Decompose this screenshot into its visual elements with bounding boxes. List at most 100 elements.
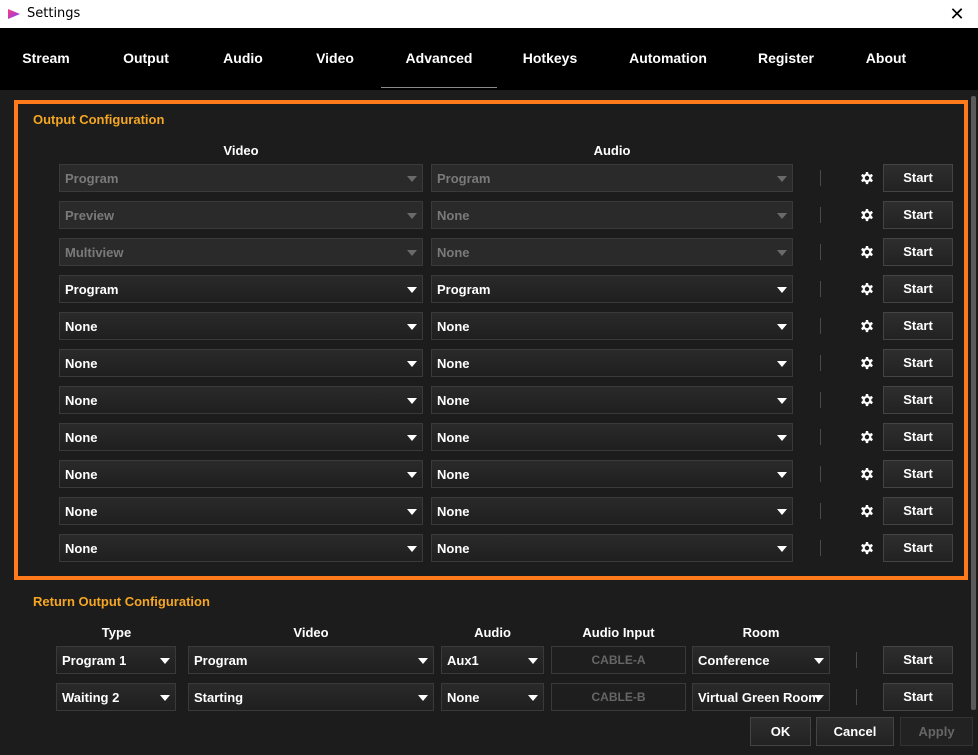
video-output-select[interactable]: None xyxy=(59,312,423,340)
audio-input-field[interactable]: CABLE-B xyxy=(551,683,686,711)
video-output-select[interactable]: None xyxy=(59,349,423,377)
scrollbar-thumb[interactable] xyxy=(971,96,976,710)
video-output-select-value: Program xyxy=(65,282,119,297)
room-select-value: Conference xyxy=(698,653,770,668)
window-title: Settings xyxy=(27,6,81,21)
audio-output-select[interactable]: None xyxy=(431,349,793,377)
start-button[interactable]: Start xyxy=(883,460,953,488)
ok-button[interactable]: OK xyxy=(750,717,811,746)
chevron-down-icon xyxy=(407,176,417,182)
video-output-select[interactable]: None xyxy=(59,386,423,414)
close-icon[interactable]: ✕ xyxy=(946,3,968,25)
tab-hotkeys[interactable]: Hotkeys xyxy=(515,28,585,88)
chevron-down-icon xyxy=(777,324,787,330)
return-video-column-header: Video xyxy=(293,625,329,640)
audio-output-select[interactable]: None xyxy=(431,497,793,525)
video-output-select[interactable]: Preview xyxy=(59,201,423,229)
video-output-select[interactable]: Multiview xyxy=(59,238,423,266)
video-output-select-value: Program xyxy=(65,171,119,186)
column-divider xyxy=(820,170,821,186)
video-output-select[interactable]: Program xyxy=(59,164,423,192)
audio-output-select[interactable]: None xyxy=(431,386,793,414)
chevron-down-icon xyxy=(407,398,417,404)
audio-output-select-value: None xyxy=(437,467,470,482)
tab-stream[interactable]: Stream xyxy=(14,28,78,88)
audio-output-select[interactable]: None xyxy=(431,312,793,340)
audio-output-select[interactable]: None xyxy=(431,423,793,451)
audio-output-select[interactable]: Program xyxy=(431,164,793,192)
start-button[interactable]: Start xyxy=(883,238,953,266)
start-button[interactable]: Start xyxy=(883,386,953,414)
start-button[interactable]: Start xyxy=(883,497,953,525)
gear-icon[interactable] xyxy=(859,318,875,334)
gear-icon[interactable] xyxy=(859,207,875,223)
column-divider xyxy=(820,392,821,408)
gear-icon[interactable] xyxy=(859,355,875,371)
audio-output-select[interactable]: None xyxy=(431,238,793,266)
column-divider xyxy=(820,503,821,519)
return-video-select[interactable]: Starting xyxy=(188,683,434,711)
audio-output-select-value: None xyxy=(437,356,470,371)
return-video-select[interactable]: Program xyxy=(188,646,434,674)
start-button[interactable]: Start xyxy=(883,423,953,451)
chevron-down-icon xyxy=(777,546,787,552)
gear-icon[interactable] xyxy=(859,244,875,260)
chevron-down-icon xyxy=(418,658,428,664)
gear-icon[interactable] xyxy=(859,429,875,445)
return-type-select-value: Program 1 xyxy=(62,653,127,668)
video-output-select[interactable]: Program xyxy=(59,275,423,303)
gear-icon[interactable] xyxy=(859,503,875,519)
audio-input-field[interactable]: CABLE-A xyxy=(551,646,686,674)
video-output-select[interactable]: None xyxy=(59,534,423,562)
cancel-button[interactable]: Cancel xyxy=(816,717,894,746)
return-type-select[interactable]: Program 1 xyxy=(56,646,176,674)
audio-output-select-value: None xyxy=(437,245,470,260)
tab-video[interactable]: Video xyxy=(305,28,365,88)
return-video-select-value: Starting xyxy=(194,690,244,705)
return-audio-select[interactable]: Aux1 xyxy=(441,646,544,674)
chevron-down-icon xyxy=(418,695,428,701)
video-output-select-value: None xyxy=(65,467,98,482)
return-start-button[interactable]: Start xyxy=(883,646,953,674)
gear-icon[interactable] xyxy=(859,466,875,482)
return-audio-column-header: Audio xyxy=(474,625,511,640)
column-divider xyxy=(856,689,857,705)
start-button[interactable]: Start xyxy=(883,201,953,229)
app-logo-icon xyxy=(8,9,20,19)
tab-register[interactable]: Register xyxy=(751,28,821,88)
chevron-down-icon xyxy=(777,213,787,219)
gear-icon[interactable] xyxy=(859,170,875,186)
start-button[interactable]: Start xyxy=(883,275,953,303)
audio-output-select-value: None xyxy=(437,393,470,408)
room-select[interactable]: Conference xyxy=(692,646,830,674)
chevron-down-icon xyxy=(777,176,787,182)
tab-output[interactable]: Output xyxy=(112,28,180,88)
room-select[interactable]: Virtual Green Room xyxy=(692,683,830,711)
chevron-down-icon xyxy=(407,472,417,478)
tab-audio[interactable]: Audio xyxy=(212,28,274,88)
start-button[interactable]: Start xyxy=(883,164,953,192)
audio-output-select[interactable]: Program xyxy=(431,275,793,303)
return-audio-select[interactable]: None xyxy=(441,683,544,711)
tab-about[interactable]: About xyxy=(857,28,915,88)
audio-output-select[interactable]: None xyxy=(431,201,793,229)
video-output-select[interactable]: None xyxy=(59,497,423,525)
tab-automation[interactable]: Automation xyxy=(620,28,716,88)
return-type-select[interactable]: Waiting 2 xyxy=(56,683,176,711)
video-output-select[interactable]: None xyxy=(59,460,423,488)
gear-icon[interactable] xyxy=(859,281,875,297)
audio-output-select[interactable]: None xyxy=(431,460,793,488)
audio-output-select[interactable]: None xyxy=(431,534,793,562)
return-start-button[interactable]: Start xyxy=(883,683,953,711)
start-button[interactable]: Start xyxy=(883,312,953,340)
video-output-select-value: None xyxy=(65,319,98,334)
start-button[interactable]: Start xyxy=(883,534,953,562)
chevron-down-icon xyxy=(407,546,417,552)
chevron-down-icon xyxy=(407,287,417,293)
video-output-select[interactable]: None xyxy=(59,423,423,451)
apply-button[interactable]: Apply xyxy=(900,717,973,746)
gear-icon[interactable] xyxy=(859,540,875,556)
tab-advanced[interactable]: Advanced xyxy=(381,28,497,88)
start-button[interactable]: Start xyxy=(883,349,953,377)
gear-icon[interactable] xyxy=(859,392,875,408)
